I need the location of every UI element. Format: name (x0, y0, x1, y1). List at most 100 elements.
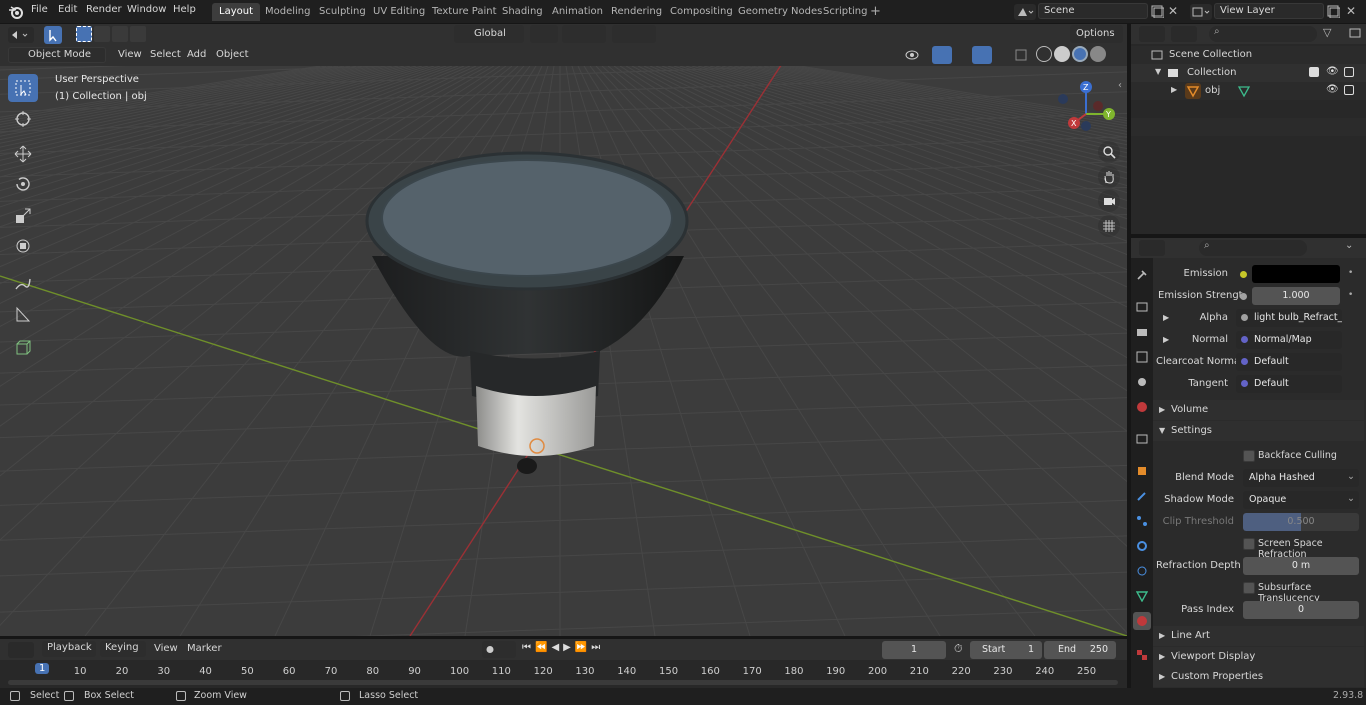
move-tool-icon[interactable] (8, 140, 38, 168)
playback-menu[interactable]: Playback (42, 641, 96, 657)
scene-tab-icon[interactable] (1133, 373, 1151, 391)
camera-view-icon[interactable] (1098, 190, 1120, 212)
view-layer-field[interactable]: View Layer (1214, 3, 1324, 19)
tab-sculpting[interactable]: Sculpting (312, 3, 373, 21)
outliner-row-collection[interactable]: ▼ Collection 👁 (1131, 64, 1366, 82)
delete-scene-icon[interactable]: ✕ (1168, 4, 1178, 18)
obj-visibility-icon[interactable]: 👁 (1326, 84, 1339, 95)
viewport-menu-view[interactable]: View (118, 49, 142, 60)
menu-help[interactable]: Help (173, 4, 196, 15)
material-tab-icon[interactable] (1133, 612, 1151, 630)
start-frame-field[interactable]: Start 1 (970, 641, 1042, 659)
menu-window[interactable]: Window (127, 4, 166, 15)
sidebar-toggle-icon[interactable]: ‹ (1118, 80, 1122, 91)
modifiers-tab-icon[interactable] (1133, 487, 1151, 505)
pan-hand-icon[interactable] (1098, 166, 1120, 188)
navigation-gizmo[interactable]: Z Y X (1052, 78, 1122, 148)
frame-ruler[interactable]: 1 10 20 30 40 50 60 70 80 90 100 110 120 130 140 150 160… (0, 660, 1127, 680)
object-data-tab-icon[interactable] (1133, 587, 1151, 605)
physics-tab-icon[interactable] (1133, 537, 1151, 555)
object-tab-icon[interactable] (1133, 462, 1151, 480)
volume-panel-header[interactable]: ▶ Volume (1153, 400, 1364, 420)
world-tab-icon[interactable] (1133, 398, 1151, 416)
expand-collection-icon[interactable]: ▼ (1155, 67, 1161, 76)
expand-obj-icon[interactable]: ▶ (1171, 85, 1177, 94)
tab-geometry-nodes[interactable]: Geometry Nodes (731, 3, 829, 21)
properties-options-icon[interactable]: ⌄ (1345, 240, 1353, 251)
new-collection-icon[interactable] (1348, 26, 1362, 40)
timeline-scrollbar[interactable] (8, 680, 1118, 685)
refraction-depth-field[interactable]: 0 m (1243, 557, 1359, 575)
tangent-field[interactable]: Default (1236, 375, 1342, 393)
selection-mode-buttons[interactable] (76, 26, 158, 44)
keying-menu[interactable]: Keying (100, 641, 146, 657)
new-scene-icon[interactable] (1150, 4, 1165, 19)
clearcoat-normal-field[interactable]: Default (1236, 353, 1342, 371)
settings-panel-header[interactable]: ▼ Settings (1153, 421, 1364, 441)
keyframe-dot-icon[interactable]: • (1348, 268, 1353, 278)
select-tool-header-icon[interactable] (44, 26, 62, 44)
menu-edit[interactable]: Edit (58, 4, 77, 15)
annotate-tool-icon[interactable] (8, 270, 38, 298)
clip-threshold-slider[interactable]: 0.500 (1243, 513, 1359, 531)
new-view-layer-icon[interactable] (1326, 4, 1341, 19)
pass-index-field[interactable]: 0 (1243, 601, 1359, 619)
viewport-display-panel-header[interactable]: ▶ Viewport Display (1153, 647, 1364, 667)
timeline-view-menu[interactable]: View (154, 643, 178, 654)
outliner-search-input[interactable]: ⌕ (1209, 26, 1317, 42)
select-new-icon[interactable] (76, 26, 92, 42)
rendered-shading-icon[interactable] (1090, 46, 1106, 62)
collection-render-icon[interactable] (1344, 67, 1354, 77)
cursor-tool-icon[interactable] (8, 105, 38, 133)
measure-tool-icon[interactable] (8, 300, 38, 328)
render-tab-icon[interactable] (1133, 298, 1151, 316)
add-workspace-icon[interactable]: + (870, 4, 881, 19)
orthographic-toggle-icon[interactable] (1098, 215, 1120, 237)
add-cube-tool-icon[interactable] (8, 334, 38, 362)
tab-texture-paint[interactable]: Texture Paint (425, 3, 504, 21)
gizmo-toggle-icon[interactable] (932, 46, 952, 64)
select-extend-icon[interactable] (94, 26, 110, 42)
outliner-row-obj[interactable]: ▶ obj 👁 (1131, 82, 1366, 100)
delete-view-layer-icon[interactable]: ✕ (1346, 4, 1356, 18)
properties-editor-type-icon[interactable] (1139, 240, 1165, 256)
scale-tool-icon[interactable] (8, 202, 38, 230)
bulb-object[interactable] (0, 66, 1127, 636)
viewport-menu-add[interactable]: Add (187, 49, 206, 60)
outliner-editor-type-icon[interactable] (1139, 26, 1165, 42)
collection-exclude-checkbox[interactable] (1309, 67, 1319, 77)
alpha-link-field[interactable]: light bulb_Refract_in... (1236, 309, 1342, 327)
end-frame-field[interactable]: End 250 (1044, 641, 1116, 659)
playback-controls[interactable]: ⏮⏪◀▶⏩⏭ (522, 642, 604, 653)
select-box-tool[interactable] (8, 74, 38, 102)
transform-orientation-dropdown[interactable]: Global (454, 25, 524, 43)
overlay-toggle-icon[interactable] (972, 46, 992, 64)
options-dropdown[interactable]: Options (1070, 25, 1123, 43)
shading-mode-buttons[interactable] (1036, 46, 1108, 64)
view-layer-selector-icon[interactable] (1190, 4, 1212, 20)
auto-keying-icon[interactable] (482, 641, 516, 658)
visibility-icon[interactable] (902, 46, 930, 64)
viewport-menu-select[interactable]: Select (150, 49, 181, 60)
constraints-tab-icon[interactable] (1133, 562, 1151, 580)
current-frame-field[interactable]: 1 (882, 641, 946, 659)
filter-icon[interactable]: ▽ (1323, 26, 1331, 39)
view-layer-tab-icon[interactable] (1133, 348, 1151, 366)
menu-file[interactable]: File (31, 4, 48, 15)
ssr-checkbox[interactable] (1243, 538, 1255, 550)
marker-menu[interactable]: Marker (187, 643, 222, 654)
normal-link-field[interactable]: Normal/Map (1236, 331, 1342, 349)
3d-viewport[interactable]: User Perspective (1) Collection | obj Z … (0, 66, 1127, 636)
preview-range-icon[interactable]: ⏱ (954, 642, 963, 656)
emission-color-field[interactable] (1252, 265, 1340, 283)
backface-culling-checkbox[interactable] (1243, 450, 1255, 462)
proportional-edit-icon[interactable] (612, 25, 656, 43)
tab-scripting[interactable]: Scripting (816, 3, 874, 21)
timeline-editor-type-icon[interactable] (8, 642, 34, 658)
tool-tab-icon[interactable] (1133, 266, 1151, 284)
subsurface-translucency-checkbox[interactable] (1243, 582, 1255, 594)
shadow-mode-dropdown[interactable]: Opaque ⌄ (1243, 491, 1359, 509)
transform-tool-icon[interactable] (8, 232, 38, 260)
mode-dropdown[interactable]: Object Mode (8, 47, 106, 63)
pivot-point-icon[interactable] (530, 25, 558, 43)
